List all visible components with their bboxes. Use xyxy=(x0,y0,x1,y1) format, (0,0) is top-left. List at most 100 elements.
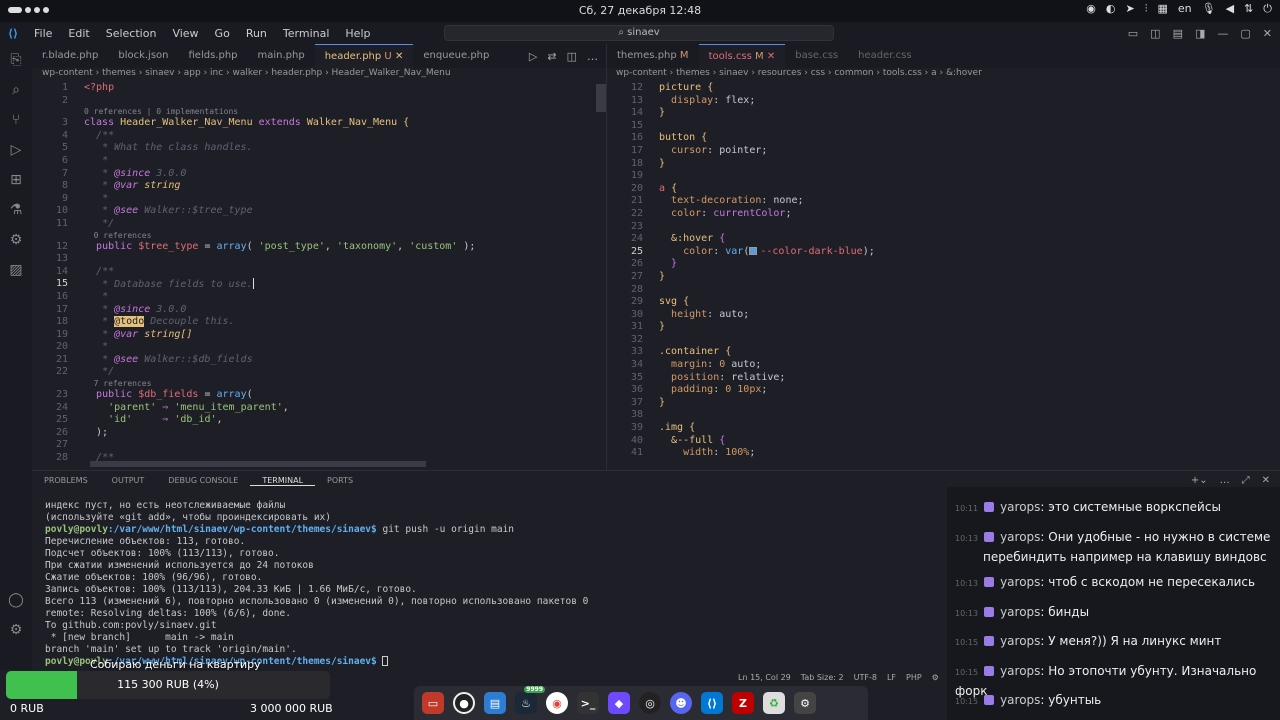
run-debug-icon[interactable]: ▷ xyxy=(11,142,22,158)
power-icon[interactable]: ⏻ xyxy=(1263,2,1272,16)
left-editor-scrollbar[interactable] xyxy=(596,84,606,112)
compare-icon[interactable]: ⇄ xyxy=(547,50,556,63)
color-swatch-icon[interactable] xyxy=(749,246,758,255)
system-top-bar: Сб, 27 декабря 12:48 ◉ ◐ ➤ ⫶ ▦ en 🎙 ◀ ⇅ … xyxy=(0,0,1280,22)
right-breadcrumb[interactable]: wp-content › themes › sinaev › resources… xyxy=(616,68,982,82)
search-text: sinaev xyxy=(627,27,660,38)
encoding[interactable]: UTF-8 xyxy=(854,673,877,682)
language-indicator[interactable]: en xyxy=(1178,2,1192,16)
layout-icon[interactable]: ▭ xyxy=(1128,27,1138,40)
menu-help[interactable]: Help xyxy=(337,27,378,40)
tab-header-css[interactable]: header.css xyxy=(848,44,921,68)
microphone-icon[interactable]: 🎙 xyxy=(1202,2,1216,16)
new-terminal-icon[interactable]: +⌄ xyxy=(1191,475,1208,486)
steam-icon[interactable]: ♨ 9999 xyxy=(515,686,545,714)
menu-view[interactable]: View xyxy=(164,27,206,40)
testing-icon[interactable]: ⚗ xyxy=(10,202,23,218)
minimize-icon[interactable]: — xyxy=(1217,27,1228,40)
panel-toggle-icon[interactable]: ▤ xyxy=(1173,27,1183,40)
twitch-badge-icon xyxy=(984,695,995,705)
proton-icon[interactable]: ◆ xyxy=(608,692,630,714)
search-view-icon[interactable]: ⌕ xyxy=(12,82,20,98)
left-breadcrumb[interactable]: wp-content › themes › sinaev › app › inc… xyxy=(42,68,451,82)
more-icon[interactable]: … xyxy=(587,50,598,63)
close-tab-icon[interactable]: ✕ xyxy=(395,51,403,62)
tab-themes-php[interactable]: themes.php M xyxy=(607,44,699,68)
tab-size[interactable]: Tab Size: 2 xyxy=(801,673,844,682)
tab-fields[interactable]: fields.php xyxy=(179,44,248,68)
terminal-line: Всего 113 (изменений 6), повторно исполь… xyxy=(45,596,589,607)
database-icon[interactable]: ▨ xyxy=(9,262,22,278)
sidebar-toggle-icon[interactable]: ◨ xyxy=(1195,27,1205,40)
manage-icon[interactable]: ⚙ xyxy=(10,622,23,638)
tab-blade[interactable]: r.blade.php xyxy=(32,44,108,68)
files-icon[interactable]: ▭ xyxy=(422,692,444,714)
split-icon[interactable]: ◫ xyxy=(1150,27,1160,40)
menu-go[interactable]: Go xyxy=(207,27,238,40)
terminal-line: индекс пуст, но есть неотслеживаемые фай… xyxy=(45,500,286,511)
tab-problems[interactable]: PROBLEMS xyxy=(32,476,100,485)
telegram-tray-icon[interactable]: ➤ xyxy=(1126,2,1135,16)
tab-ports[interactable]: PORTS xyxy=(315,476,365,485)
folder-icon[interactable]: ▤ xyxy=(484,692,506,714)
settings-icon[interactable]: ⚙ xyxy=(794,692,816,714)
more-icon[interactable]: … xyxy=(1220,475,1230,486)
sync-tray-icon[interactable]: ◐ xyxy=(1106,2,1116,16)
system-tray: ◉ ◐ ➤ ⫶ ▦ en 🎙 ◀ ⇅ ⏻ xyxy=(1086,2,1272,16)
tab-terminal[interactable]: TERMINAL xyxy=(250,476,316,486)
close-tab-icon[interactable]: ✕ xyxy=(767,51,775,62)
github-icon[interactable]: ◎ xyxy=(639,692,661,714)
menu-terminal[interactable]: Terminal xyxy=(275,27,338,40)
filezilla-icon[interactable]: Z xyxy=(732,692,754,714)
tab-header-php[interactable]: header.php U ✕ xyxy=(314,44,414,68)
command-search-input[interactable]: ⌕ sinaev xyxy=(444,25,834,41)
terminal-output[interactable]: индекс пуст, но есть неотслеживаемые фай… xyxy=(45,500,588,668)
trash-icon[interactable]: ♻ xyxy=(763,692,785,714)
tab-main[interactable]: main.php xyxy=(248,44,315,68)
language-mode[interactable]: PHP xyxy=(906,673,922,682)
obs-tray-icon[interactable]: ◉ xyxy=(1086,2,1096,16)
menu-edit[interactable]: Edit xyxy=(60,27,97,40)
run-file-icon[interactable]: ▷ xyxy=(529,50,537,63)
terminal-line: To github.com:povly/sinaev.git xyxy=(45,620,217,631)
chat-message: 10:15 yarops: У меня?)) Я на линукс минт xyxy=(955,634,1222,648)
discord-icon[interactable]: ☻ xyxy=(670,692,692,714)
split-editor-icon[interactable]: ◫ xyxy=(567,50,577,63)
tab-debug-console[interactable]: DEBUG CONSOLE xyxy=(156,476,250,485)
css-editor[interactable]: 12 picture { 13 display: flex; 14} 15 16 b… xyxy=(607,82,1272,460)
close-panel-icon[interactable]: ✕ xyxy=(1262,475,1270,486)
menu-file[interactable]: File xyxy=(26,27,60,40)
explorer-icon[interactable]: ⎘ xyxy=(10,52,21,68)
eol[interactable]: LF xyxy=(887,673,896,682)
tab-enqueue[interactable]: enqueue.php xyxy=(413,44,499,68)
extensions-icon[interactable]: ⊞ xyxy=(10,172,22,188)
tab-tools-css[interactable]: tools.css M ✕ xyxy=(698,44,786,68)
close-icon[interactable]: ✕ xyxy=(1263,27,1272,40)
menu-run[interactable]: Run xyxy=(238,27,275,40)
keyboard-tray-icon[interactable]: ▦ xyxy=(1157,2,1167,16)
window-controls: ▭ ◫ ▤ ◨ — ▢ ✕ xyxy=(1128,27,1272,40)
terminal-icon[interactable]: >_ xyxy=(577,692,599,714)
maximize-panel-icon[interactable]: ⤢ xyxy=(1242,475,1250,486)
network-icon[interactable]: ⇅ xyxy=(1244,2,1253,16)
maximize-icon[interactable]: ▢ xyxy=(1240,27,1250,40)
menu-selection[interactable]: Selection xyxy=(98,27,165,40)
tab-base-css[interactable]: base.css xyxy=(785,44,848,68)
mixer-tray-icon[interactable]: ⫶ xyxy=(1145,2,1148,16)
tab-block-json[interactable]: block.json xyxy=(108,44,178,68)
php-editor[interactable]: 1 <?php 2 0 references | 0 implementation… xyxy=(32,82,606,465)
chrome-icon[interactable]: ◉ xyxy=(546,692,568,714)
accounts-icon[interactable]: ◯ xyxy=(8,592,24,608)
obs-icon[interactable]: ● xyxy=(453,692,475,714)
volume-icon[interactable]: ◀ xyxy=(1226,2,1234,16)
tab-output[interactable]: OUTPUT xyxy=(100,476,157,485)
donation-amount: 115 300 RUB (4%) xyxy=(117,678,219,691)
twitch-badge-icon xyxy=(984,532,995,542)
vscode-icon[interactable]: ⟨⟩ xyxy=(701,692,723,714)
remote-icon[interactable]: ⚙ xyxy=(10,232,23,248)
notifications-icon[interactable]: ⚙ xyxy=(932,673,939,682)
left-editor-hscrollbar[interactable] xyxy=(90,461,426,467)
cursor-position[interactable]: Ln 15, Col 29 xyxy=(738,673,791,682)
donation-progress-bar: 115 300 RUB (4%) xyxy=(6,671,330,699)
source-control-icon[interactable]: ⑂ xyxy=(12,112,20,128)
